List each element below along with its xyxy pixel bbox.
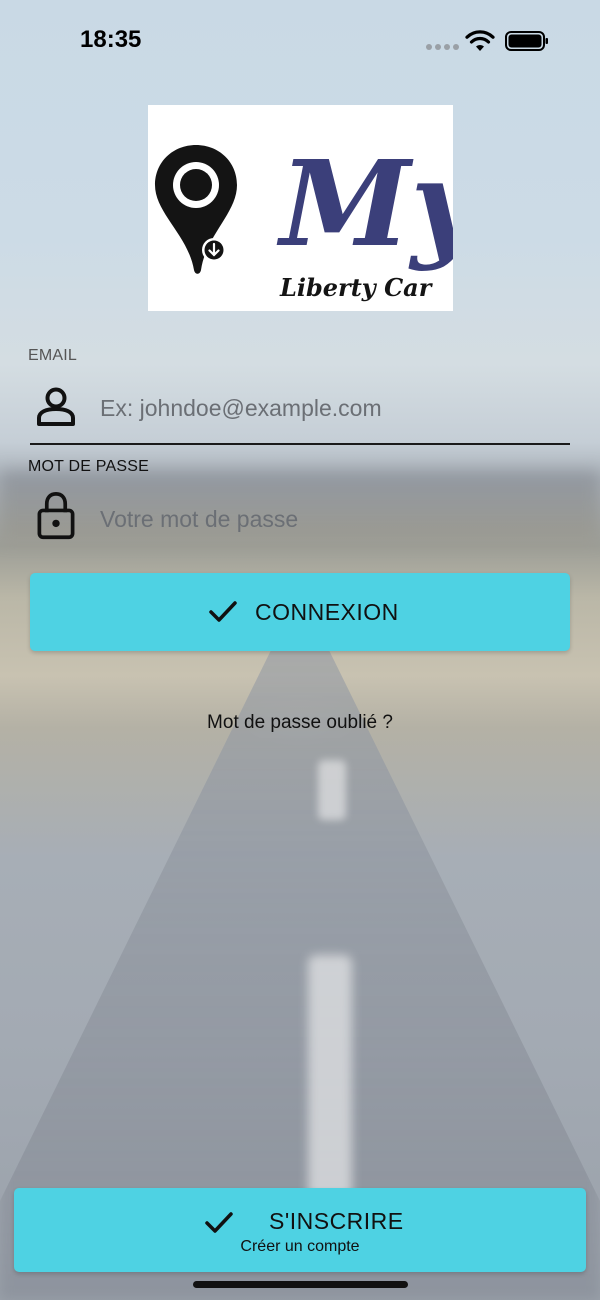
email-input[interactable]: [100, 386, 560, 430]
signal-dots-icon: [426, 44, 459, 50]
status-bar: 18:35: [0, 0, 600, 80]
login-button-label: CONNEXION: [255, 599, 399, 625]
background-lane-mark: [318, 760, 346, 820]
user-icon: [37, 387, 75, 426]
svg-text:Liberty Car: Liberty Car: [279, 273, 434, 302]
lock-icon: [37, 492, 75, 540]
logo-graphic: My Liberty Car: [155, 134, 487, 302]
forgot-password-link[interactable]: Mot de passe oublié ?: [0, 712, 600, 734]
password-input[interactable]: [100, 497, 560, 541]
battery-icon: [505, 31, 548, 51]
email-underline: [30, 443, 570, 445]
login-button[interactable]: CONNEXION: [30, 573, 570, 651]
app-logo: My Liberty Car: [148, 105, 487, 311]
status-time: 18:35: [80, 26, 142, 53]
background-lane-mark: [308, 955, 352, 1205]
check-icon: [205, 1212, 233, 1233]
svg-text:My: My: [276, 134, 453, 273]
signup-button-label: S'INSCRIRE: [269, 1208, 404, 1234]
wifi-icon: [465, 30, 495, 51]
home-indicator[interactable]: [193, 1281, 408, 1288]
map-pin-icon: [155, 145, 237, 274]
signup-button-sublabel: Créer un compte: [240, 1238, 360, 1255]
check-icon: [209, 601, 237, 622]
signup-button[interactable]: S'INSCRIRE Créer un compte: [14, 1188, 586, 1272]
email-label: EMAIL: [28, 347, 78, 364]
password-label: MOT DE PASSE: [28, 458, 149, 475]
